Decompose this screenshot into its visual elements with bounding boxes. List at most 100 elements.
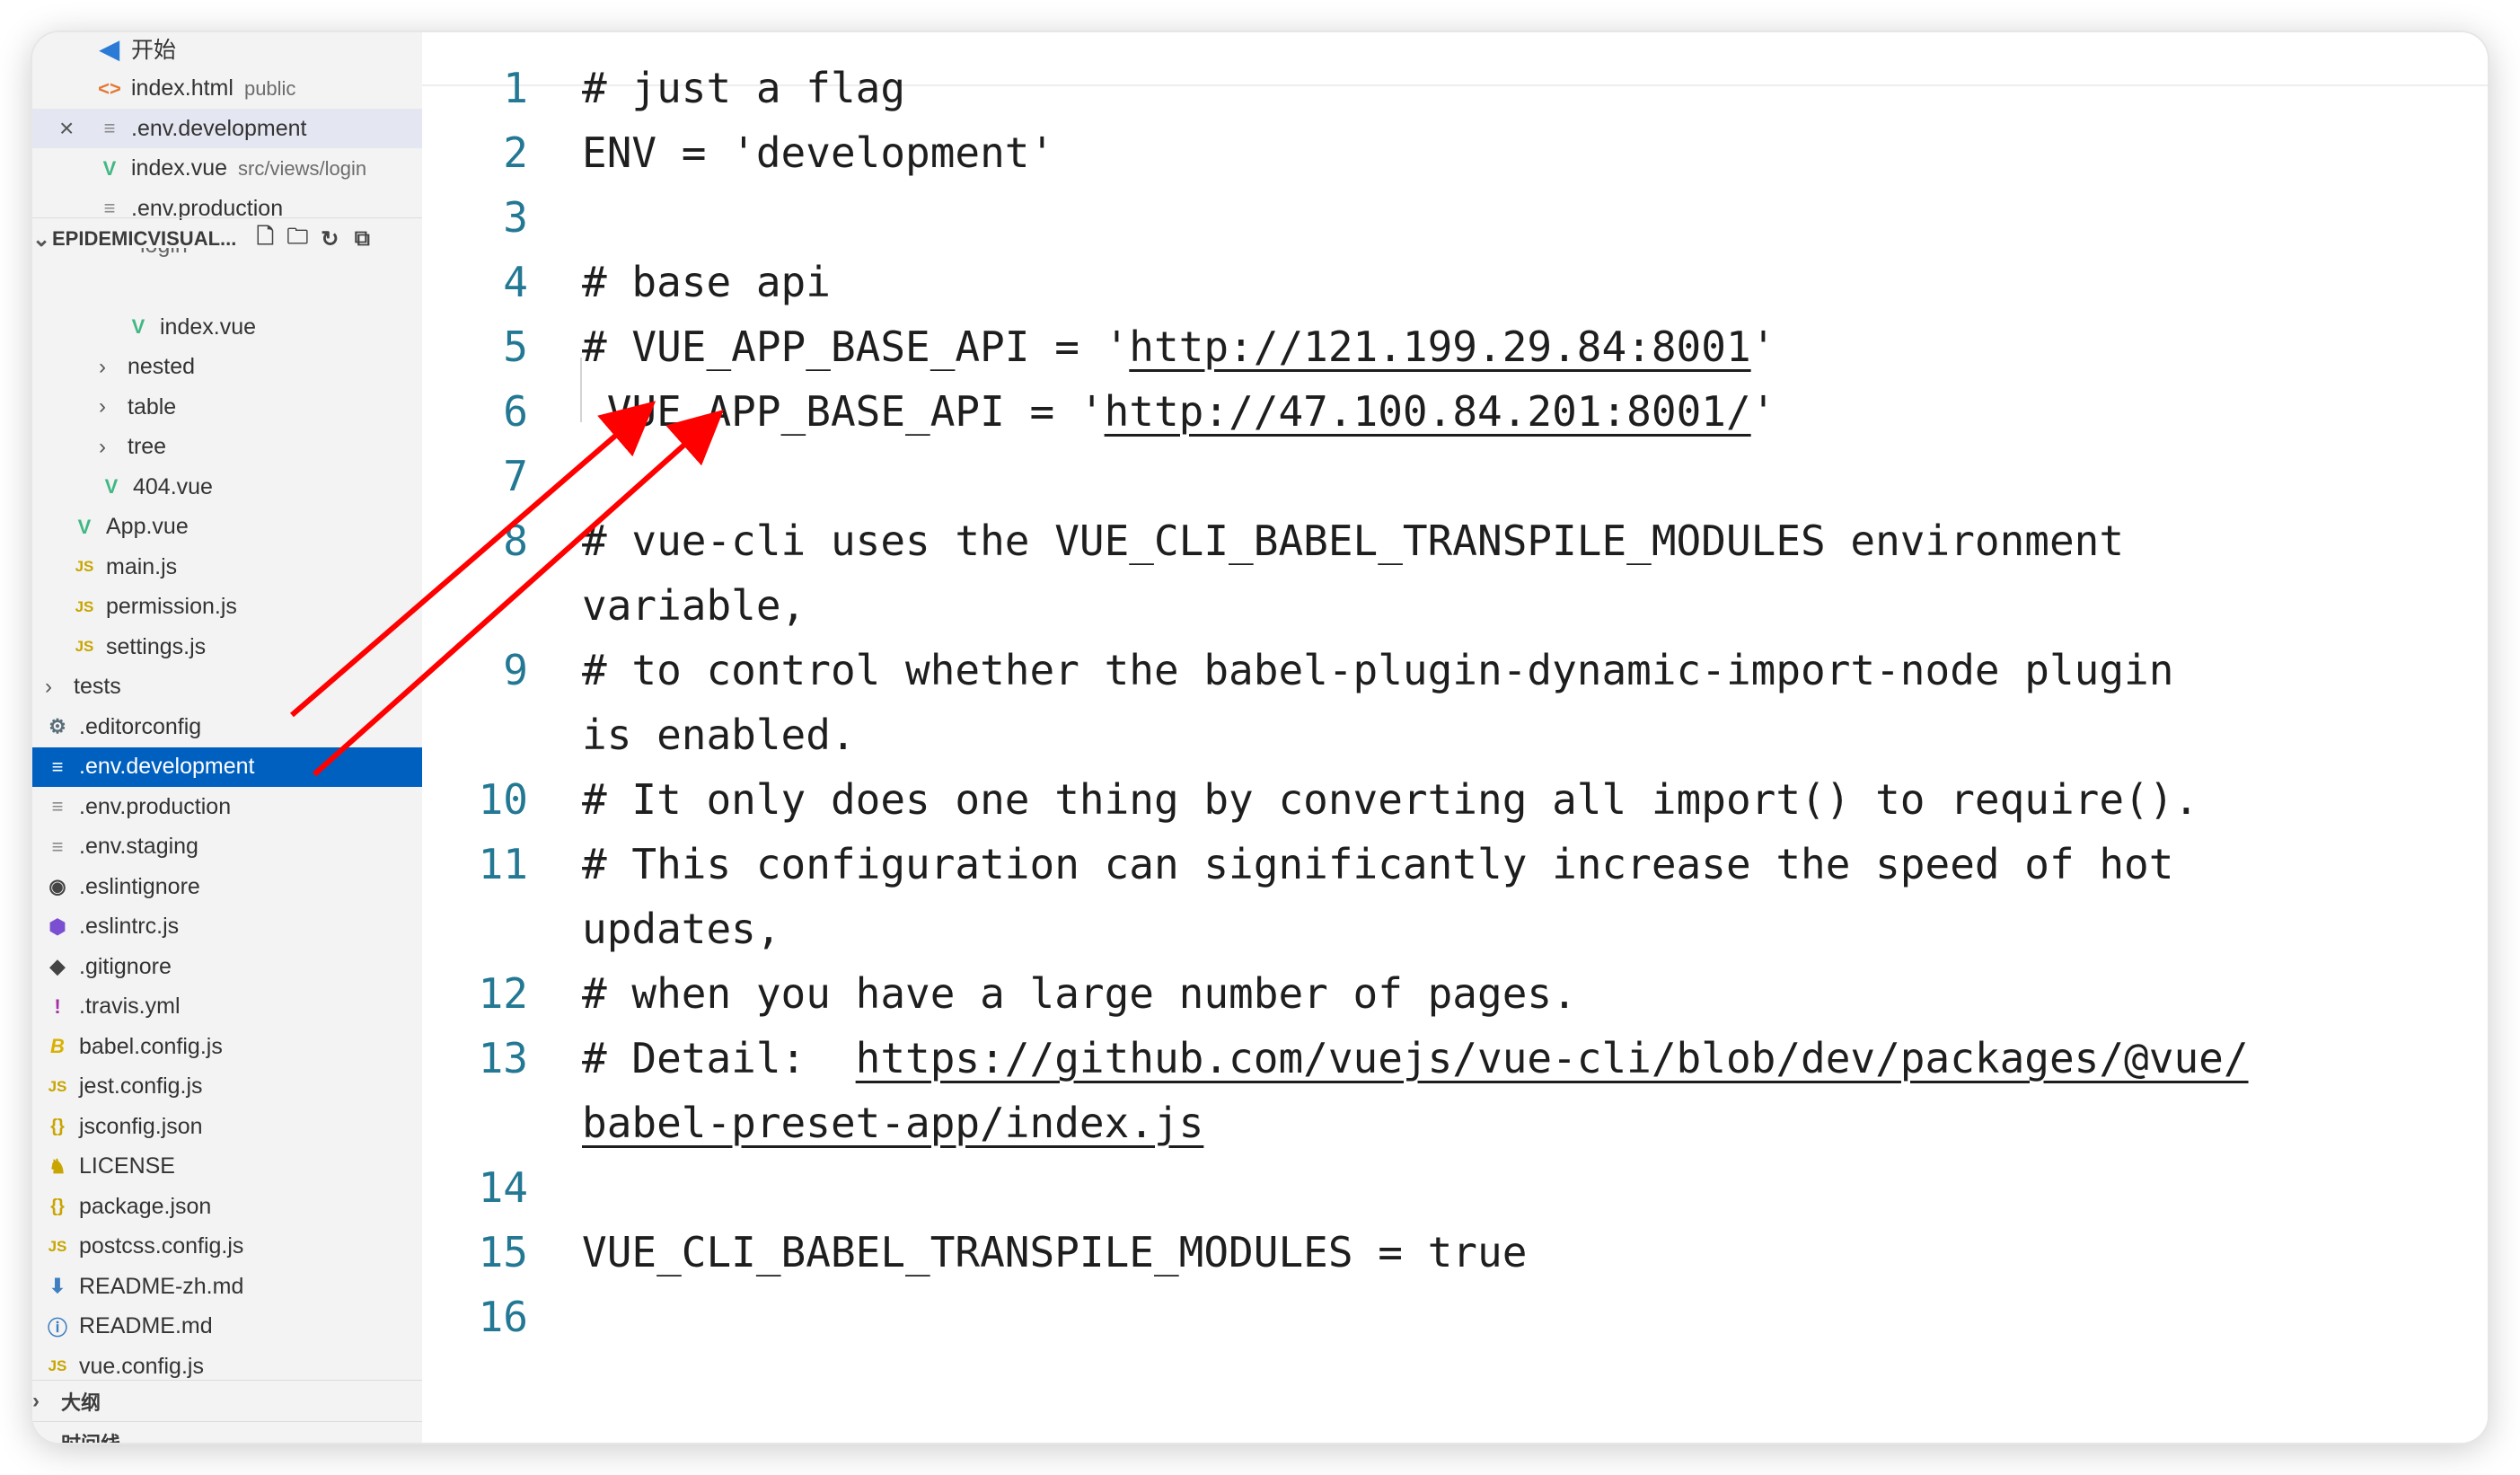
tree-file[interactable]: V 404.vue (32, 467, 422, 507)
chevron-right-icon[interactable]: › (32, 1389, 50, 1414)
js-icon: JS (48, 1357, 67, 1374)
tree-folder[interactable]: › table (32, 387, 422, 427)
lines-icon: ≡ (51, 795, 64, 817)
tree-file[interactable]: ≡ .env.production (32, 787, 422, 826)
open-editor-item[interactable]: Vindex.vue src/views/login (32, 149, 422, 189)
tree-file[interactable]: ⬇ README-zh.md (32, 1267, 422, 1306)
vue-icon: V (77, 515, 92, 538)
line-number: 15 (478, 1228, 528, 1276)
open-editor-item[interactable]: × ≡ .env.development (32, 109, 422, 148)
tree-file[interactable]: ⓘ README.md (32, 1307, 422, 1347)
chevron-right-icon[interactable]: › (99, 355, 117, 380)
chevron-right-icon[interactable]: › (99, 394, 117, 420)
tree-folder[interactable]: › tests (32, 667, 422, 707)
code-line[interactable]: # VUE_APP_BASE_API = 'http://121.199.29.… (582, 314, 1775, 379)
tree-file[interactable]: {} jsconfig.json (32, 1107, 422, 1146)
timeline-label: 时间线 (61, 1428, 120, 1443)
line-number (422, 702, 528, 767)
tree-file[interactable]: ◉ .eslintignore (32, 867, 422, 906)
tree-item-label: jsconfig.json (79, 1113, 203, 1139)
code-text: updates, (582, 905, 781, 953)
code-link[interactable]: https://github.com/vuejs/vue-cli/blob/de… (856, 1034, 2249, 1082)
code-text: # This configuration can significantly i… (582, 840, 2174, 888)
line-number: 1 (503, 64, 528, 112)
tree-file[interactable]: ≡ .env.development (32, 746, 422, 787)
tree-file[interactable]: {} package.json (32, 1187, 422, 1226)
tree-file[interactable]: ♞ LICENSE (32, 1147, 422, 1187)
js-icon: JS (75, 558, 94, 575)
tree-file[interactable]: ◆ .gitignore (32, 947, 422, 986)
code-line[interactable]: VUE_APP_BASE_API = 'http://47.100.84.201… (582, 379, 1776, 444)
download-icon: ⬇ (48, 1275, 66, 1297)
code-line[interactable]: updates, (582, 896, 781, 961)
tree-folder[interactable]: › nested (32, 348, 422, 387)
open-editor-label: index.html (131, 75, 233, 101)
code-text: variable, (582, 581, 806, 630)
code-line[interactable]: # vue-cli uses the VUE_CLI_BABEL_TRANSPI… (582, 508, 2124, 573)
tree-item-label: LICENSE (79, 1153, 175, 1179)
tree-file[interactable]: ⬢ .eslintrc.js (32, 907, 422, 947)
tree-file[interactable]: Bbabel.config.js (32, 1027, 422, 1066)
line-number: 10 (478, 775, 528, 824)
vue-icon: V (102, 156, 117, 180)
git-icon: ◆ (49, 955, 66, 977)
code-editor[interactable]: 1 # just a flag 2 ENV = 'development' 3 4 # ba… (422, 32, 2488, 1443)
tree-file[interactable]: ⚙ .editorconfig (32, 707, 422, 746)
outline-section[interactable]: › 大纲 (32, 1382, 422, 1421)
outline-label: 大纲 (61, 1391, 101, 1414)
code-line[interactable]: is enabled. (582, 702, 856, 767)
chevron-right-icon[interactable]: › (32, 1430, 50, 1443)
code-line[interactable]: # Detail: https://github.com/vuejs/vue-c… (582, 1026, 2249, 1091)
tree-item-label: babel.config.js (79, 1033, 223, 1059)
code-link[interactable]: babel-preset-app/index.js (582, 1099, 1203, 1147)
code-line[interactable]: # just a flag (582, 56, 905, 120)
tree-file[interactable]: ≡ .env.staging (32, 827, 422, 867)
tree-file[interactable]: Vindex.vue (32, 307, 422, 347)
line-number: 12 (478, 969, 528, 1018)
chevron-right-icon[interactable]: › (99, 435, 117, 460)
tree-file[interactable]: JS postcss.config.js (32, 1227, 422, 1267)
code-line[interactable]: # base api (582, 250, 831, 314)
info-icon: ⓘ (47, 1316, 67, 1339)
timeline-section[interactable]: › 时间线 (32, 1423, 422, 1443)
open-editor-item[interactable]: <> index.html public (32, 69, 422, 109)
code-link[interactable]: http://121.199.29.84:8001 (1129, 322, 1750, 371)
tree-file[interactable]: JS main.js (32, 547, 422, 587)
open-editor-item[interactable]: ◀ 开始 (32, 32, 422, 68)
line-number: 6 (503, 387, 528, 436)
tree-file[interactable]: ! .travis.yml (32, 987, 422, 1027)
code-line[interactable]: # This configuration can significantly i… (582, 832, 2173, 896)
tree-item-label: settings.js (106, 633, 207, 659)
tree-item-partial[interactable]: login (32, 248, 422, 268)
tree-item-label: .editorconfig (79, 713, 202, 739)
tree-item-label: .eslintignore (79, 873, 200, 899)
code-line[interactable]: ENV = 'development' (582, 120, 1054, 185)
code-line[interactable]: babel-preset-app/index.js (582, 1091, 1203, 1155)
tree-folder[interactable]: › tree (32, 428, 422, 467)
code-line[interactable]: # It only does one thing by converting a… (582, 767, 2198, 832)
js-icon: JS (75, 597, 94, 615)
js-icon: JS (48, 1237, 67, 1255)
code-line[interactable]: # when you have a large number of pages. (582, 961, 1577, 1026)
code-link[interactable]: http://47.100.84.201:8001/ (1105, 387, 1751, 436)
tree-item-label: tree (128, 434, 167, 459)
code-line[interactable]: variable, (582, 573, 806, 638)
vue-icon: V (104, 475, 119, 498)
line-number: 7 (503, 452, 528, 500)
tree-file[interactable]: V App.vue (32, 508, 422, 547)
open-editor-label: index.vue (131, 155, 228, 181)
license-icon: ♞ (48, 1154, 66, 1178)
tree-file[interactable]: JS jest.config.js (32, 1067, 422, 1107)
tree-item-label: .gitignore (79, 953, 172, 979)
tree-file[interactable]: JS permission.js (32, 587, 422, 627)
code-text: # to control whether the babel-plugin-dy… (582, 646, 2174, 694)
tree-file[interactable]: JS settings.js (32, 627, 422, 667)
close-icon[interactable]: × (59, 114, 74, 143)
code-line[interactable]: # to control whether the babel-plugin-dy… (582, 638, 2173, 702)
code-line[interactable]: VUE_CLI_BABEL_TRANSPILE_MODULES = true (582, 1220, 1527, 1285)
code-text: VUE_CLI_BABEL_TRANSPILE_MODULES = true (582, 1228, 1528, 1276)
line-number (422, 573, 528, 638)
code-text: VUE_APP_BASE_API = ' (582, 387, 1105, 436)
tree-item-label: 404.vue (133, 473, 213, 499)
chevron-right-icon[interactable]: › (45, 675, 63, 700)
